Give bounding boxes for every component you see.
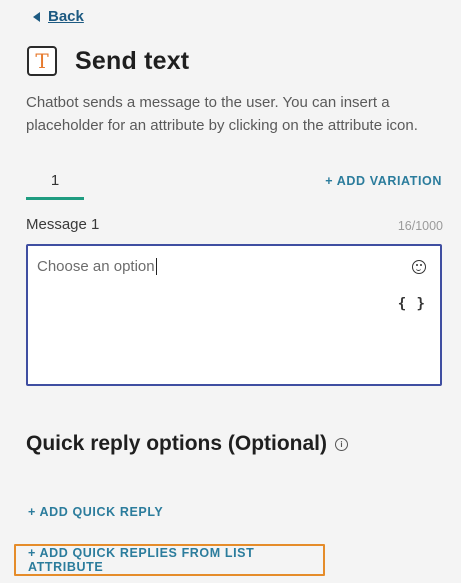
emoji-icon[interactable] — [412, 260, 426, 274]
page-title: Send text — [75, 46, 190, 75]
info-icon[interactable]: i — [335, 437, 349, 451]
message-char-counter: 16/1000 — [397, 219, 443, 233]
quick-reply-title: Quick reply options (Optional) — [26, 432, 328, 455]
add-quick-reply-button[interactable]: + ADD QUICK REPLY — [28, 505, 163, 519]
attribute-braces-icon[interactable]: { } — [398, 296, 426, 312]
caret-left-icon — [33, 11, 40, 22]
text-block-icon: T — [27, 46, 57, 76]
message-label: Message 1 — [26, 216, 100, 233]
quick-reply-heading: Quick reply options (Optional) i — [26, 432, 349, 456]
back-label: Back — [48, 8, 84, 25]
back-link[interactable]: Back — [33, 8, 84, 25]
add-quick-replies-from-list-button[interactable]: + ADD QUICK REPLIES FROM LIST ATTRIBUTE — [14, 544, 325, 576]
variation-tabs: 1 + ADD VARIATION — [26, 164, 442, 202]
add-variation-button[interactable]: + ADD VARIATION — [325, 174, 442, 188]
tab-variation-1[interactable]: 1 — [26, 164, 84, 200]
page-header: T Send text — [27, 46, 189, 76]
page-description: Chatbot sends a message to the user. You… — [26, 94, 418, 134]
message-text: Choose an option — [37, 258, 157, 275]
message-textarea[interactable]: Choose an option { } — [26, 244, 442, 386]
